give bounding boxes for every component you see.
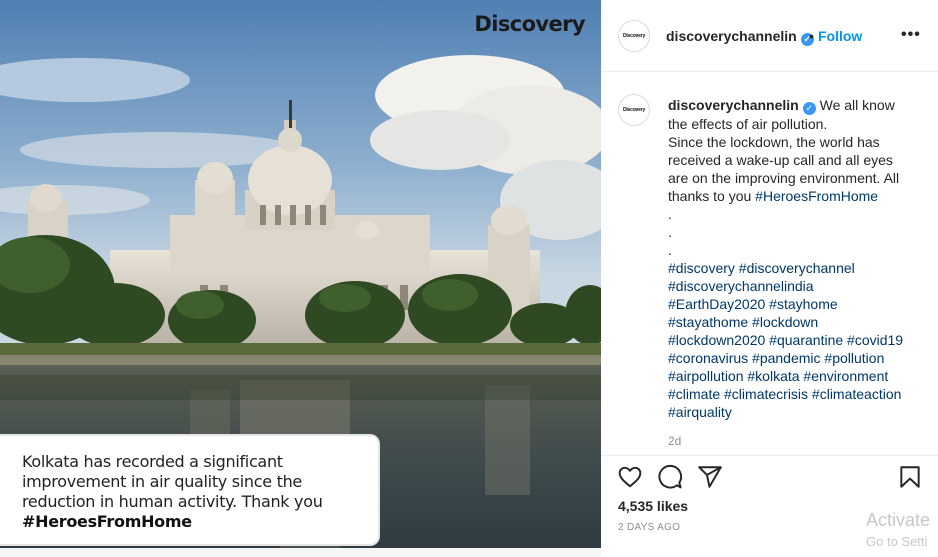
avatar[interactable]: Discovery (618, 20, 650, 52)
caption-line: improvement in air quality since the (22, 472, 302, 491)
instagram-post-modal: Discovery Kolkata has recorded a signifi… (0, 0, 938, 557)
comment-avatar[interactable]: Discovery (618, 94, 650, 126)
username-link[interactable]: discoverychannelin ✓ (666, 28, 814, 46)
comment-first-line: discoverychannelin ✓ We all know (668, 96, 918, 115)
more-options-icon[interactable]: ••• (901, 26, 921, 44)
comment-text: We all know (819, 97, 895, 113)
discovery-logo: Discovery (474, 12, 585, 36)
hashtag-line[interactable]: #discoverychannelindia (668, 277, 918, 295)
post-header: Discovery discoverychannelin ✓ • Follow •… (601, 0, 938, 72)
windows-activation-subtitle: Go to Setti (866, 534, 928, 549)
hashtag-line[interactable]: #airpollution #kolkata #environment (668, 367, 918, 385)
dot-line: . (668, 224, 672, 240)
hashtag-line[interactable]: #coronavirus #pandemic #pollution (668, 349, 918, 367)
heart-icon[interactable] (617, 464, 643, 490)
caption-hashtag: #HeroesFromHome (22, 512, 192, 531)
post-sidebar: Discovery discoverychannelin ✓ • Follow •… (601, 0, 938, 557)
comment-line: the effects of air pollution. (668, 116, 828, 132)
caption-comment: discoverychannelin ✓ We all know the effe… (668, 96, 918, 421)
username: discoverychannelin (666, 28, 797, 44)
comment-icon[interactable] (657, 464, 683, 490)
bookmark-icon[interactable] (897, 464, 923, 490)
hashtag-line[interactable]: #lockdown2020 #quarantine #covid19 (668, 331, 918, 349)
hashtag-line[interactable]: #stayathome #lockdown (668, 313, 918, 331)
comment-time[interactable]: 2d (668, 434, 681, 448)
hashtag-line[interactable]: #airquality (668, 403, 918, 421)
likes-count[interactable]: 4,535 likes (618, 498, 688, 514)
comment-line: are on the improving environment. All (668, 170, 900, 186)
share-icon[interactable] (697, 464, 723, 490)
follow-button[interactable]: Follow (818, 28, 862, 44)
comment-text: thanks to you (668, 188, 756, 204)
dot-line: . (668, 242, 672, 258)
hashtag-link[interactable]: #HeroesFromHome (755, 188, 878, 204)
avatar-text: Discovery (622, 107, 646, 113)
image-caption-card: Kolkata has recorded a significant impro… (0, 434, 380, 546)
posted-time[interactable]: 2 DAYS AGO (618, 522, 680, 533)
comment-line: received a wake-up call and all eyes (668, 152, 893, 168)
windows-activation-watermark: Activate (866, 510, 931, 530)
hashtag-line[interactable]: #climate #climatecrisis #climateaction (668, 385, 918, 403)
caption-line: Kolkata has recorded a significant (22, 452, 283, 471)
hashtag-line[interactable]: #EarthDay2020 #stayhome (668, 295, 918, 313)
separator-dot: • (809, 28, 814, 44)
dot-line: . (668, 206, 672, 222)
comment-line: thanks to you #HeroesFromHome (668, 187, 918, 205)
comment-username[interactable]: discoverychannelin (668, 97, 799, 113)
verified-icon: ✓ (802, 102, 816, 115)
comment-line: Since the lockdown, the world has (668, 134, 880, 150)
avatar-text: Discovery (622, 33, 646, 39)
post-image[interactable]: Discovery Kolkata has recorded a signifi… (0, 0, 601, 557)
caption-line: reduction in human activity. Thank you (22, 492, 323, 511)
hashtag-line[interactable]: #discovery #discoverychannel (668, 259, 918, 277)
